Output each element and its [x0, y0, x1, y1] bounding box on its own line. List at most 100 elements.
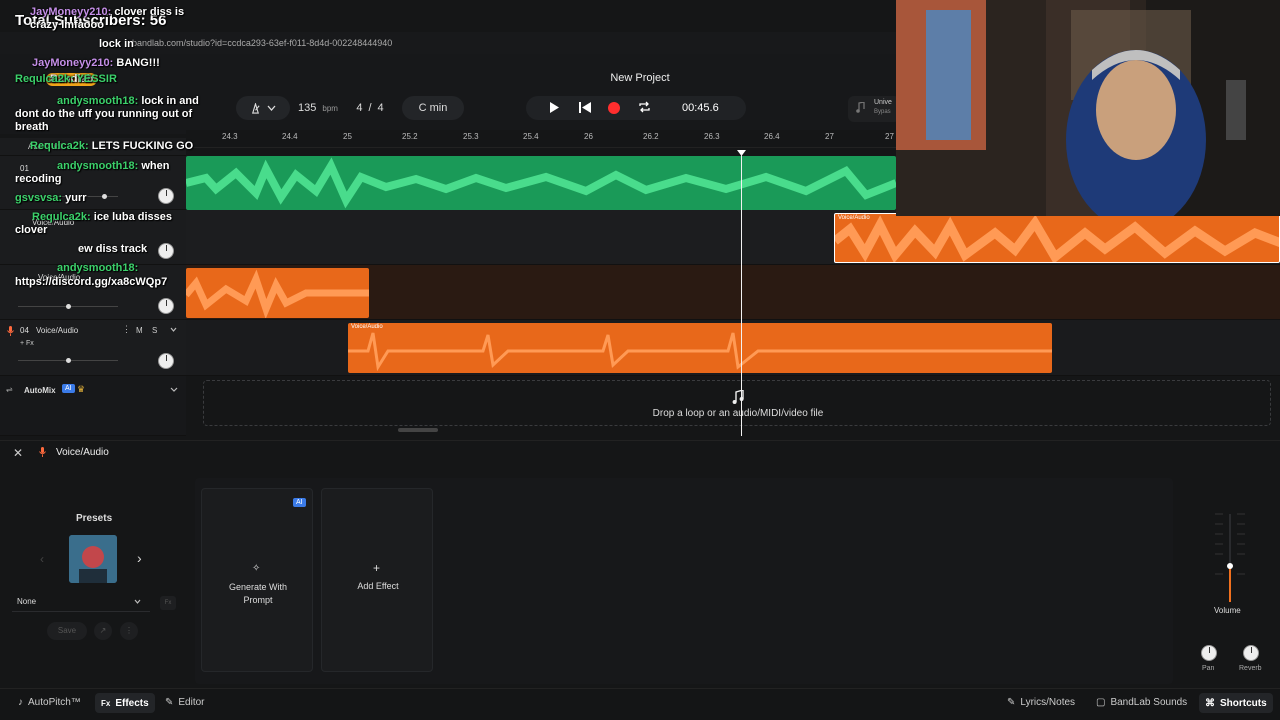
shortcuts-tab[interactable]: ⌘ Shortcuts [1199, 693, 1273, 713]
ruler-tick: 24.4 [282, 132, 298, 141]
lyrics-notes-tab[interactable]: ✎ Lyrics/Notes [1007, 697, 1075, 708]
track-lane-2[interactable]: Voice/Audio [186, 210, 1280, 265]
pan-knob[interactable] [1201, 645, 1217, 661]
horizontal-scrollbar[interactable] [398, 428, 438, 432]
tempo-field[interactable]: 135 bpm [290, 96, 346, 120]
volume-meter-graphic [1215, 513, 1245, 602]
plus-icon: + [373, 561, 381, 575]
chat-message: Requlca2k: ice luba disses clover [15, 211, 173, 236]
generate-label: Generate With Prompt [228, 582, 288, 605]
project-title[interactable]: New Project [560, 72, 720, 84]
track-name[interactable]: Voice/Audio [36, 326, 78, 335]
bandlab-sounds-tab[interactable]: ▢ BandLab Sounds [1096, 697, 1187, 708]
save-preset-button[interactable]: Save [47, 622, 87, 640]
more-options-icon[interactable]: ⋮ [122, 324, 131, 335]
preset-thumbnail[interactable] [69, 535, 117, 583]
chevron-down-icon[interactable] [170, 387, 178, 392]
editor-label: Editor [178, 697, 205, 708]
shortcuts-label: Shortcuts [1220, 697, 1267, 709]
sounds-label: BandLab Sounds [1110, 697, 1188, 708]
time-display: 00:45.6 [682, 102, 719, 114]
fx-icon[interactable]: Fx [160, 596, 176, 610]
volume-slider-handle[interactable] [102, 194, 107, 199]
autopitch-tab[interactable]: ♪ AutoPitch™ [18, 697, 81, 708]
audio-clip[interactable]: Voice/Audio [348, 323, 1052, 373]
record-icon[interactable] [608, 102, 620, 114]
pan-knob[interactable] [158, 188, 174, 204]
key-value: C min [418, 102, 448, 114]
ruler-tick: 26 [584, 132, 593, 141]
chat-message: andysmooth18: [57, 262, 139, 274]
ruler-tick: 26.3 [704, 132, 720, 141]
effects-tab[interactable]: Fx Effects [95, 693, 155, 713]
skip-back-icon[interactable] [579, 102, 591, 113]
automix-icon: ⇌ [6, 385, 13, 394]
chat-message: Requlca2k: LETS FUCKING GO [30, 140, 194, 152]
ruler-tick: 24.3 [222, 132, 238, 141]
audio-clip[interactable]: Voice/Audio [834, 213, 1280, 263]
volume-meter[interactable] [1213, 510, 1247, 602]
ruler-tick: 27 [825, 132, 834, 141]
volume-slider-handle[interactable] [66, 358, 71, 363]
crown-icon: ♛ [77, 384, 86, 394]
time-sig-numerator: 4 [356, 102, 363, 114]
loop-icon[interactable] [638, 101, 651, 113]
sparkle-icon: ✧ [252, 563, 261, 574]
time-signature[interactable]: 4 / 4 [350, 96, 390, 120]
generate-with-prompt-card[interactable]: AI ✧ Generate With Prompt [201, 488, 313, 672]
pencil-icon: ✎ [165, 697, 174, 708]
reverb-knob[interactable] [1243, 645, 1259, 661]
playhead-line [741, 154, 742, 436]
metronome-button[interactable] [236, 96, 290, 120]
drop-zone-text: Drop a loop or an audio/MIDI/video file [652, 408, 824, 419]
chevron-left-icon[interactable]: ‹ [40, 552, 44, 566]
ruler-tick: 27 [885, 132, 894, 141]
solo-button[interactable]: S [152, 326, 157, 335]
chat-message: andysmooth18: lock in and dont do the uf… [15, 95, 199, 133]
more-options-icon[interactable]: ⋮ [120, 622, 138, 640]
audio-clip[interactable] [186, 156, 896, 210]
webcam-image [896, 0, 1280, 216]
universal-label: Unive [874, 99, 892, 106]
ai-badge: AI [293, 498, 306, 507]
browser-url-bar[interactable]: bandlab.com/studio?id=ccdca293-63ef-f011… [0, 32, 900, 54]
track-lane-4[interactable]: Voice/Audio [186, 320, 1280, 376]
presets-title: Presets [76, 513, 113, 524]
reverb-label: Reverb [1239, 665, 1262, 672]
share-icon[interactable]: ↗ [94, 622, 112, 640]
universal-bypass[interactable]: Unive Bypas [848, 96, 900, 122]
chevron-down-icon [267, 105, 276, 111]
play-icon[interactable] [549, 101, 560, 114]
add-fx-button[interactable]: + Fx [20, 340, 34, 347]
pen-icon: ✎ [1007, 697, 1016, 708]
close-icon[interactable]: ✕ [13, 446, 23, 460]
command-icon: ⌘ [1205, 697, 1215, 709]
mute-button[interactable]: M [136, 326, 143, 335]
editor-tab[interactable]: ✎ Editor [165, 697, 205, 708]
chat-message: Requlca2k: YESSIR [15, 73, 117, 85]
automix-label[interactable]: AutoMix [24, 386, 56, 395]
waveform [835, 214, 1279, 262]
add-effect-card[interactable]: + Add Effect [321, 488, 433, 672]
preset-select-value: None [17, 597, 37, 606]
pan-knob[interactable] [158, 298, 174, 314]
chat-message: https://discord.gg/xa8cWQp7 [15, 276, 168, 288]
pan-knob[interactable] [158, 353, 174, 369]
track-header-4[interactable]: 04 Voice/Audio ⋮ M S + Fx [0, 320, 186, 376]
pan-label: Pan [1202, 665, 1215, 672]
chevron-right-icon[interactable]: › [137, 550, 142, 566]
waveform [186, 157, 896, 209]
music-note-icon [732, 390, 744, 404]
ruler-tick: 25.4 [523, 132, 539, 141]
track-lane-3[interactable] [186, 265, 1280, 320]
pan-knob[interactable] [158, 243, 174, 259]
chevron-down-icon[interactable] [170, 327, 177, 332]
microphone-icon [7, 326, 14, 336]
key-select[interactable]: C min [402, 96, 464, 120]
volume-slider-handle[interactable] [66, 304, 71, 309]
url-text: bandlab.com/studio?id=ccdca293-63ef-f011… [132, 38, 393, 48]
autopitch-icon: ♪ [18, 697, 23, 708]
drop-zone[interactable]: Drop a loop or an audio/MIDI/video file [203, 380, 1271, 426]
preset-select[interactable]: None [12, 592, 150, 612]
audio-clip[interactable] [186, 268, 369, 318]
